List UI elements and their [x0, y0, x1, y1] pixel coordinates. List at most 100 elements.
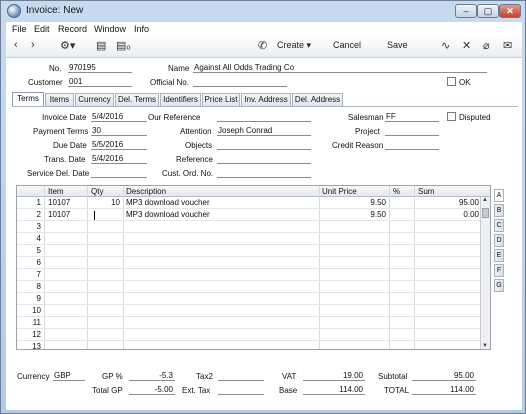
- side-tab-b[interactable]: B: [494, 204, 504, 217]
- attention-field[interactable]: Joseph Conrad: [217, 126, 311, 136]
- customer-label: Customer: [28, 78, 63, 87]
- tab-items[interactable]: Items: [45, 93, 74, 106]
- ext-tax-label: Ext. Tax: [182, 386, 211, 395]
- base-field[interactable]: 114.00: [303, 385, 365, 395]
- ext-tax-field[interactable]: [218, 385, 264, 395]
- side-tab-f[interactable]: F: [494, 264, 504, 277]
- column-sum: Sum: [418, 187, 435, 196]
- gp-pct-field[interactable]: -5.3: [129, 371, 175, 381]
- menu-record[interactable]: Record: [58, 24, 87, 34]
- invoice-date-field[interactable]: 5/4/2016: [91, 112, 147, 122]
- expand-icon[interactable]: ✕: [462, 39, 471, 52]
- menu-file[interactable]: File: [12, 24, 27, 34]
- table-row[interactable]: 7: [17, 269, 480, 281]
- signature-icon[interactable]: ∿: [441, 39, 450, 52]
- ok-checkbox[interactable]: [447, 77, 456, 86]
- back-icon[interactable]: ‹: [14, 39, 18, 51]
- official-no-field[interactable]: [193, 77, 287, 87]
- row-number: 10: [32, 306, 41, 315]
- item-cell[interactable]: 10107: [48, 210, 86, 219]
- objects-field[interactable]: [217, 140, 311, 150]
- side-tab-a[interactable]: A: [494, 189, 504, 202]
- project-field[interactable]: [385, 126, 439, 136]
- scroll-thumb[interactable]: [482, 208, 489, 218]
- table-row[interactable]: 2 10107 MP3 download voucher 9.50 0.00: [17, 209, 480, 221]
- close-button[interactable]: ✕: [499, 4, 521, 18]
- side-tab-g[interactable]: G: [494, 279, 504, 292]
- sum-cell[interactable]: 95.00: [415, 198, 479, 207]
- salesman-field[interactable]: FF: [385, 112, 439, 122]
- maximize-button[interactable]: ▢: [477, 4, 499, 18]
- tab-del-address[interactable]: Del. Address: [292, 93, 343, 106]
- table-row[interactable]: 8: [17, 281, 480, 293]
- table-row[interactable]: 5: [17, 245, 480, 257]
- tab-inv-address[interactable]: Inv. Address: [241, 93, 291, 106]
- tax2-field[interactable]: [218, 371, 264, 381]
- cust-ord-no-field[interactable]: [217, 168, 311, 178]
- subtotal-field[interactable]: 95.00: [412, 371, 476, 381]
- menu-window[interactable]: Window: [94, 24, 126, 34]
- currency-field[interactable]: GBP: [53, 371, 85, 381]
- table-row[interactable]: 13: [17, 341, 480, 349]
- phone-icon[interactable]: ✆: [258, 39, 267, 52]
- row-number: 3: [36, 222, 41, 231]
- invoice-no-field[interactable]: 970195: [68, 63, 132, 73]
- customer-name-field[interactable]: Against All Odds Trading Co: [193, 63, 487, 73]
- cancel-button[interactable]: Cancel: [333, 40, 361, 50]
- table-row[interactable]: 10: [17, 305, 480, 317]
- table-row[interactable]: 1 10107 10 MP3 download voucher 9.50 95.00: [17, 197, 480, 209]
- attachment-icon[interactable]: ⌀: [483, 39, 490, 52]
- sum-cell[interactable]: 0.00: [415, 210, 479, 219]
- side-tab-d[interactable]: D: [494, 234, 504, 247]
- table-row[interactable]: 4: [17, 233, 480, 245]
- scroll-down-arrow-icon[interactable]: ▼: [482, 343, 488, 349]
- print-icon[interactable]: ▤: [96, 39, 106, 52]
- item-cell[interactable]: 10107: [48, 198, 86, 207]
- side-tab-c[interactable]: C: [494, 219, 504, 232]
- due-date-field[interactable]: 5/5/2016: [91, 140, 147, 150]
- menu-edit[interactable]: Edit: [34, 24, 50, 34]
- total-field[interactable]: 114.00: [412, 385, 476, 395]
- table-row[interactable]: 11: [17, 317, 480, 329]
- gp-pct-label: GP %: [102, 372, 123, 381]
- our-reference-field[interactable]: [217, 112, 311, 122]
- vat-field[interactable]: 19.00: [303, 371, 365, 381]
- gear-icon[interactable]: ⚙▾: [60, 39, 75, 52]
- mail-icon[interactable]: ✉: [503, 39, 512, 52]
- scroll-up-arrow-icon[interactable]: ▲: [482, 197, 488, 203]
- unit-price-cell[interactable]: 9.50: [320, 198, 386, 207]
- row-number: 7: [36, 270, 41, 279]
- service-del-date-field[interactable]: [91, 168, 147, 178]
- reference-field[interactable]: [217, 154, 311, 164]
- credit-reason-field[interactable]: [385, 140, 439, 150]
- payment-terms-field[interactable]: 30: [91, 126, 147, 136]
- tab-price-list[interactable]: Price List: [202, 93, 240, 106]
- side-tab-e[interactable]: E: [494, 249, 504, 262]
- save-button[interactable]: Save: [387, 40, 408, 50]
- minimize-button[interactable]: –: [455, 4, 477, 18]
- row-number: 5: [36, 246, 41, 255]
- table-row[interactable]: 9: [17, 293, 480, 305]
- disputed-checkbox[interactable]: [447, 112, 456, 121]
- create-button[interactable]: Create ▾: [277, 40, 311, 51]
- table-row[interactable]: 3: [17, 221, 480, 233]
- text-caret: [94, 211, 95, 220]
- grid-scrollbar[interactable]: ▲ ▼: [480, 197, 490, 349]
- description-cell[interactable]: MP3 download voucher: [126, 198, 316, 207]
- title-bar[interactable]: Invoice: New – ▢ ✕: [1, 1, 525, 21]
- table-row[interactable]: 12: [17, 329, 480, 341]
- forward-icon[interactable]: ›: [31, 39, 35, 51]
- description-cell[interactable]: MP3 download voucher: [126, 210, 316, 219]
- customer-field[interactable]: 001: [68, 77, 132, 87]
- trans-date-field[interactable]: 5/4/2016: [91, 154, 147, 164]
- unit-price-cell[interactable]: 9.50: [320, 210, 386, 219]
- total-gp-field[interactable]: -5.00: [129, 385, 175, 395]
- tab-identifiers[interactable]: Identifiers: [160, 93, 201, 106]
- table-row[interactable]: 6: [17, 257, 480, 269]
- tab-del-terms[interactable]: Del. Terms: [115, 93, 159, 106]
- tab-terms[interactable]: Terms: [12, 92, 44, 106]
- menu-info[interactable]: Info: [134, 24, 149, 34]
- qty-cell[interactable]: 10: [88, 198, 120, 207]
- print-preview-icon[interactable]: ▤ₒ: [116, 39, 131, 52]
- tab-currency[interactable]: Currency: [75, 93, 114, 106]
